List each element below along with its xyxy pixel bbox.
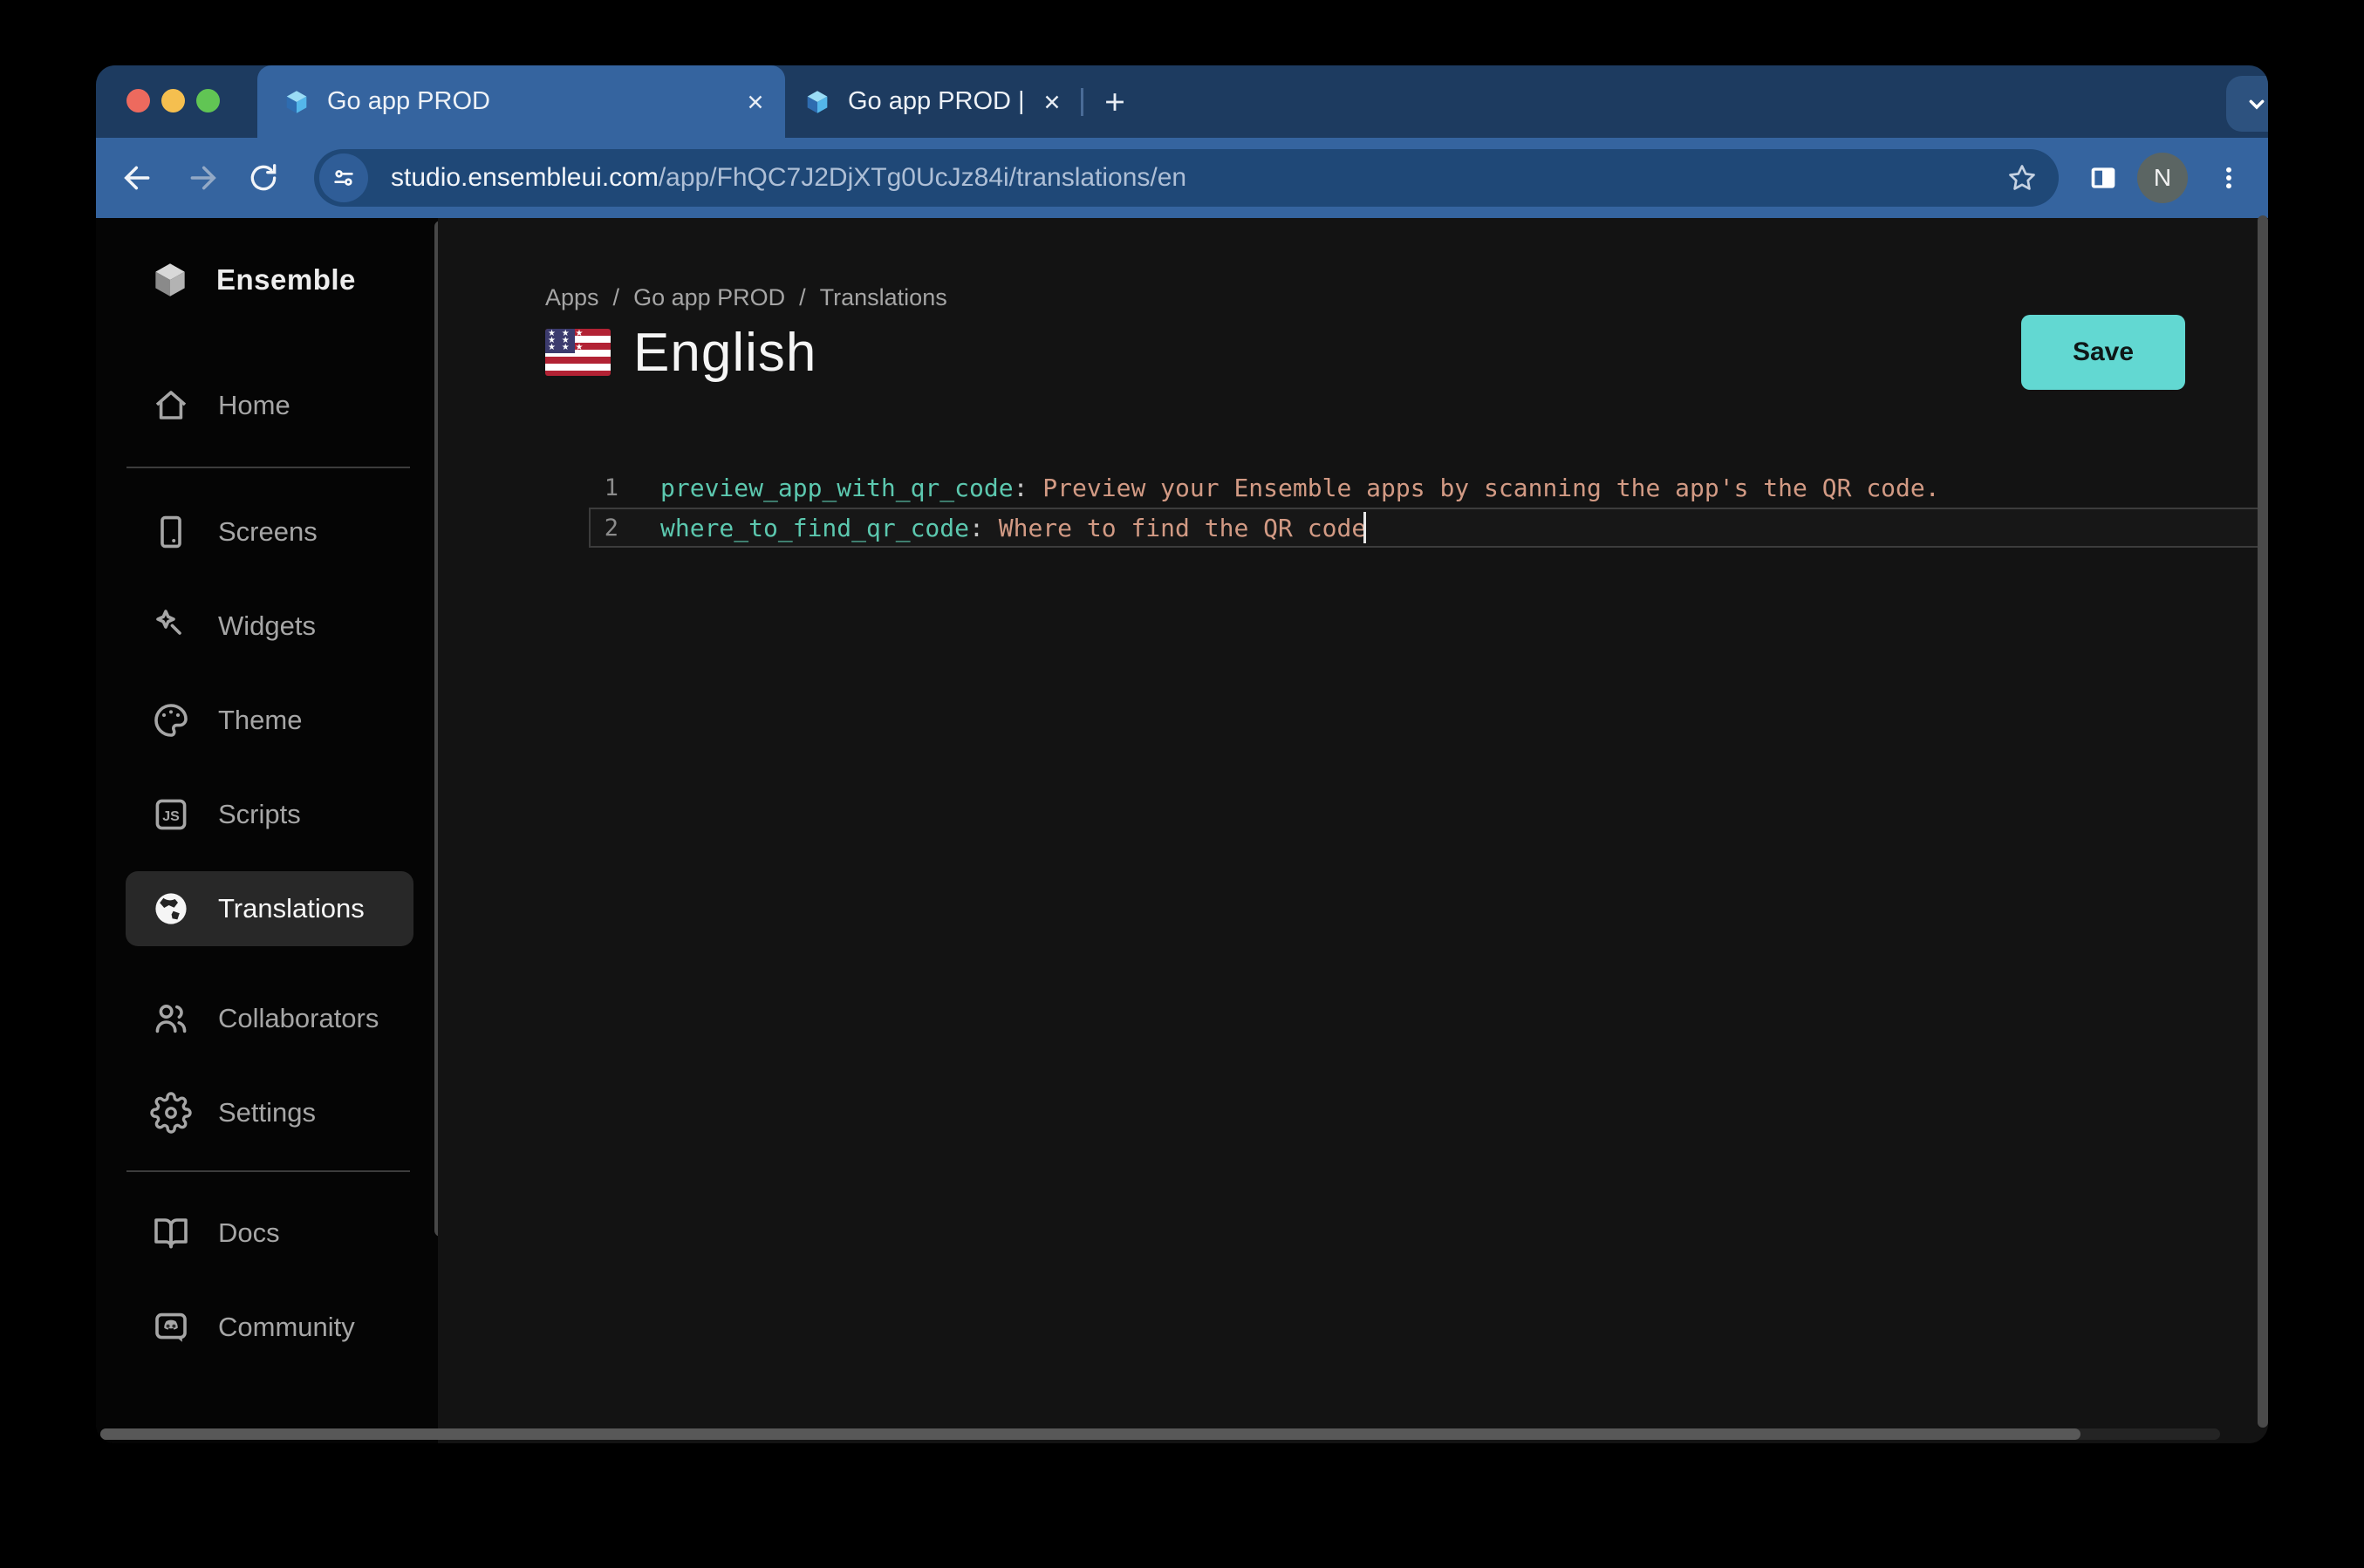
vertical-scrollbar[interactable] (2258, 215, 2268, 1428)
new-tab-button[interactable] (1096, 83, 1134, 121)
yaml-key: preview_app_with_qr_code (660, 474, 1014, 502)
side-panel-button[interactable] (2078, 152, 2128, 204)
docs-icon (150, 1212, 192, 1254)
collaborators-icon (150, 998, 192, 1040)
main-panel: Apps / Go app PROD / Translations ★ ★ ★★… (438, 218, 2268, 1443)
app-content: Ensemble Home Screens Widgets (96, 218, 2268, 1443)
window-zoom-button[interactable] (196, 89, 220, 112)
save-button[interactable]: Save (2021, 315, 2185, 390)
us-flag-icon: ★ ★ ★★ ★ ★★ ★ ★ (545, 329, 611, 376)
sidebar-item-settings[interactable]: Settings (126, 1075, 413, 1150)
sidebar-item-label: Collaborators (218, 1003, 379, 1034)
window-close-button[interactable] (126, 89, 150, 112)
breadcrumb-current: Translations (820, 284, 947, 311)
sidebar-item-label: Widgets (218, 610, 316, 642)
sidebar-divider (126, 1170, 410, 1172)
community-icon (150, 1306, 192, 1348)
url-path: /app/FhQC7J2DjXTg0UcJz84i/translations/e… (659, 163, 1186, 192)
sidebar-item-scripts[interactable]: JS Scripts (126, 777, 413, 852)
sidebar-item-label: Translations (218, 893, 365, 924)
sidebar-item-widgets[interactable]: Widgets (126, 589, 413, 664)
page-title-row: ★ ★ ★★ ★ ★★ ★ ★ English (545, 316, 816, 389)
editor-line[interactable]: 1 preview_app_with_qr_code: Preview your… (438, 467, 2268, 508)
bookmark-star-icon[interactable] (1998, 153, 2046, 202)
reload-button[interactable] (237, 152, 290, 204)
globe-icon (150, 888, 192, 930)
back-button[interactable] (112, 152, 164, 204)
sidebar-item-label: Screens (218, 516, 318, 548)
svg-text:JS: JS (162, 809, 180, 824)
line-number: 1 (566, 474, 618, 501)
sidebar-item-label: Community (218, 1312, 355, 1343)
yaml-value: Preview your Ensemble apps by scanning t… (1042, 474, 1939, 502)
browser-toolbar: studio.ensembleui.com/app/FhQC7J2DjXTg0U… (96, 138, 2268, 218)
horizontal-scrollbar-thumb[interactable] (100, 1428, 2080, 1440)
tab-search-button[interactable] (2226, 76, 2268, 132)
tab-divider (1081, 88, 1083, 116)
sidebar-item-label: Theme (218, 705, 302, 736)
sidebar-item-screens[interactable]: Screens (126, 494, 413, 569)
sidebar-item-collaborators[interactable]: Collaborators (126, 981, 413, 1056)
code-text: where_to_find_qr_code: Where to find the… (660, 514, 1366, 542)
browser-window: Go app PROD Go app PROD | Landing (96, 65, 2268, 1443)
sidebar-item-theme[interactable]: Theme (126, 683, 413, 758)
theme-icon (150, 699, 192, 741)
sidebar-item-translations[interactable]: Translations (126, 871, 413, 946)
sidebar-item-docs[interactable]: Docs (126, 1196, 413, 1271)
code-text: preview_app_with_qr_code: Preview your E… (660, 474, 1940, 502)
url-bar[interactable]: studio.ensembleui.com/app/FhQC7J2DjXTg0U… (314, 149, 2059, 207)
ensemble-favicon-icon (282, 87, 311, 117)
window-minimize-button[interactable] (161, 89, 185, 112)
yaml-value: Where to find the QR code (999, 514, 1366, 542)
url-text: studio.ensembleui.com/app/FhQC7J2DjXTg0U… (391, 163, 1998, 193)
avatar-initial: N (2154, 164, 2171, 192)
brand-label: Ensemble (216, 263, 356, 297)
site-settings-icon[interactable] (319, 153, 368, 202)
tab-close-icon[interactable] (1035, 85, 1069, 119)
breadcrumb-apps[interactable]: Apps (545, 284, 599, 311)
tab-close-icon[interactable] (738, 85, 773, 119)
sidebar-item-label: Docs (218, 1217, 280, 1249)
sidebar-item-label: Home (218, 390, 290, 421)
sidebar: Ensemble Home Screens Widgets (96, 218, 438, 1443)
text-cursor (1363, 512, 1366, 543)
sidebar-item-label: Settings (218, 1097, 316, 1128)
tab-title: Go app PROD | Landing (848, 87, 1022, 116)
ensemble-favicon-icon (803, 87, 832, 117)
scripts-icon: JS (150, 794, 192, 835)
settings-icon (150, 1092, 192, 1134)
sidebar-item-label: Scripts (218, 799, 301, 830)
tab-strip: Go app PROD Go app PROD | Landing (96, 65, 2268, 138)
breadcrumb-separator: / (613, 284, 620, 311)
line-number: 2 (566, 515, 618, 542)
sidebar-item-community[interactable]: Community (126, 1290, 413, 1365)
tab-go-app-prod[interactable]: Go app PROD (257, 65, 785, 138)
yaml-key: where_to_find_qr_code (660, 514, 969, 542)
editor-line-active[interactable]: 2 where_to_find_qr_code: Where to find t… (438, 508, 2268, 548)
yaml-separator: : (969, 514, 999, 542)
breadcrumb-app[interactable]: Go app PROD (633, 284, 785, 311)
tab-title: Go app PROD (327, 87, 726, 116)
ensemble-logo-icon (148, 258, 192, 302)
browser-menu-button[interactable] (2207, 152, 2251, 204)
sidebar-divider (126, 467, 410, 468)
brand[interactable]: Ensemble (126, 242, 413, 317)
widgets-icon (150, 605, 192, 647)
breadcrumb: Apps / Go app PROD / Translations (545, 284, 947, 311)
profile-avatar[interactable]: N (2137, 153, 2188, 203)
forward-button[interactable] (176, 152, 229, 204)
page-title: English (633, 322, 816, 384)
translations-editor[interactable]: 1 preview_app_with_qr_code: Preview your… (438, 467, 2268, 1443)
url-domain: studio.ensembleui.com (391, 163, 659, 192)
home-icon (150, 385, 192, 426)
horizontal-scrollbar-track[interactable] (100, 1428, 2220, 1440)
breadcrumb-separator: / (799, 284, 806, 311)
yaml-separator: : (1014, 474, 1043, 502)
screens-icon (150, 511, 192, 553)
sidebar-item-home[interactable]: Home (126, 368, 413, 443)
tab-go-app-prod-landing[interactable]: Go app PROD | Landing (794, 65, 1082, 138)
